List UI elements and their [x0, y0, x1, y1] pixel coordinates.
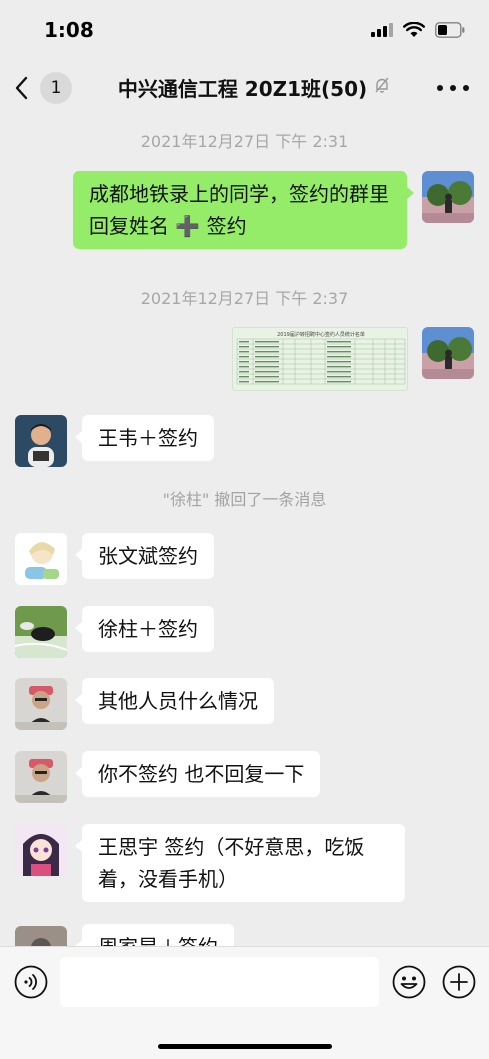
- my-avatar[interactable]: [422, 171, 474, 223]
- timestamp: 2021年12月27日 下午 2:31: [140, 132, 349, 151]
- member-message-bubble[interactable]: 王韦＋签约: [75, 415, 214, 461]
- image-message[interactable]: 2019届沪转招聘中心签约人员统计名单: [232, 327, 408, 391]
- chat-title-area: 中兴通信工程 20Z1班(50): [100, 72, 409, 102]
- chat-title: 中兴通信工程 20Z1班(50): [117, 76, 368, 101]
- cellular-signal-icon: [371, 23, 393, 37]
- voice-icon[interactable]: [14, 965, 48, 999]
- member-avatar[interactable]: [15, 751, 67, 803]
- member-message-bubble[interactable]: 其他人员什么情况: [75, 678, 274, 724]
- status-bar: 1:08: [0, 0, 489, 60]
- member-avatar[interactable]: [15, 606, 67, 658]
- home-indicator: [158, 1044, 332, 1049]
- my-avatar[interactable]: [422, 327, 474, 379]
- spreadsheet-thumbnail: 2019届沪转招聘中心签约人员统计名单: [233, 328, 407, 390]
- recall-notice: "徐柱" 撤回了一条消息: [162, 490, 327, 509]
- status-time: 1:08: [44, 18, 94, 42]
- chevron-left-icon: [14, 74, 34, 102]
- wifi-icon: [403, 22, 425, 38]
- member-avatar[interactable]: [15, 678, 67, 730]
- status-icons: [371, 22, 465, 38]
- member-message-bubble[interactable]: 你不签约 也不回复一下: [74, 751, 321, 797]
- message-input[interactable]: [60, 957, 379, 1007]
- member-message-bubble[interactable]: 张文斌签约: [75, 533, 214, 579]
- timestamp: 2021年12月27日 下午 2:37: [140, 289, 349, 308]
- battery-icon: [435, 22, 465, 38]
- thumbnail-title: 2019届沪转招聘中心签约人员统计名单: [277, 331, 365, 338]
- member-avatar[interactable]: [15, 415, 67, 467]
- plus-icon[interactable]: [442, 965, 476, 999]
- back-button[interactable]: 1: [14, 72, 74, 104]
- unread-count-badge: 1: [40, 72, 72, 104]
- member-message-bubble[interactable]: 徐柱＋签约: [75, 606, 214, 652]
- bell-slash-icon: [373, 76, 391, 98]
- message-list[interactable]: 2021年12月27日 下午 2:31 成都地铁录上的同学，签约的群里回复姓名 …: [0, 114, 489, 946]
- chat-header: 1 中兴通信工程 20Z1班(50): [0, 60, 489, 114]
- member-avatar[interactable]: [15, 824, 67, 876]
- member-avatar[interactable]: [15, 533, 67, 585]
- member-message-bubble[interactable]: 王思宇 签约（不好意思，吃饭着，没看手机）: [75, 824, 405, 902]
- more-dots-icon[interactable]: [437, 76, 469, 100]
- member-avatar[interactable]: [15, 926, 67, 946]
- emoji-icon[interactable]: [392, 965, 426, 999]
- input-bar: [0, 946, 489, 1059]
- my-message-bubble[interactable]: 成都地铁录上的同学，签约的群里回复姓名 ➕ 签约: [73, 171, 414, 249]
- member-message-bubble[interactable]: 周家昂＋签约: [75, 924, 234, 946]
